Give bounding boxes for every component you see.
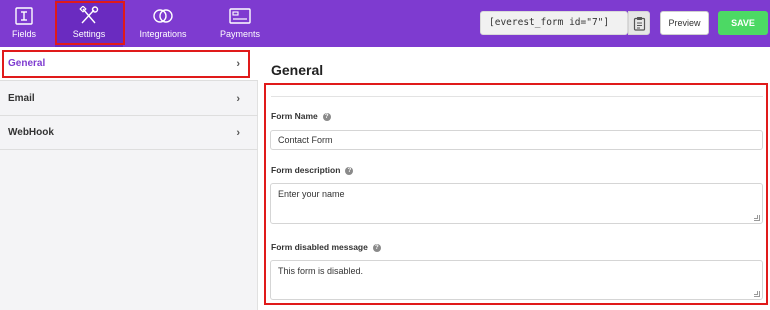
help-icon[interactable]: ? [322, 113, 331, 121]
sidebar-item-webhook[interactable]: WebHook › [0, 116, 258, 150]
resize-handle-icon[interactable] [754, 291, 760, 297]
integrations-icon [152, 6, 174, 26]
payments-icon [229, 6, 251, 26]
fields-icon [13, 6, 35, 26]
resize-handle-icon[interactable] [754, 215, 760, 221]
help-icon[interactable]: ? [345, 167, 354, 175]
tab-label: Payments [219, 29, 261, 39]
tab-label: Integrations [139, 29, 187, 39]
tab-fields[interactable]: Fields [0, 0, 48, 47]
tab-integrations[interactable]: Integrations [130, 0, 196, 47]
settings-highlight-box [55, 1, 125, 45]
copy-shortcode-button[interactable] [628, 11, 650, 35]
textarea-text: Enter your name [278, 189, 345, 199]
help-icon[interactable]: ? [372, 244, 381, 252]
form-description-textarea[interactable]: Enter your name [270, 183, 763, 224]
divider [271, 96, 763, 97]
chevron-right-icon: › [236, 127, 240, 139]
shortcode-field[interactable]: [everest_form id="7"] [480, 11, 628, 35]
sidebar-item-email[interactable]: Email › [0, 82, 258, 116]
form-description-label: Form description? [271, 165, 354, 175]
form-name-input[interactable]: Contact Form [270, 130, 763, 150]
field-label-text: Form disabled message [271, 242, 368, 252]
field-label-text: Form Name [271, 111, 318, 121]
sidebar-item-label: WebHook [8, 127, 54, 138]
tab-payments[interactable]: Payments [205, 0, 275, 47]
general-highlight-box [2, 50, 250, 78]
preview-button[interactable]: Preview [660, 11, 709, 35]
page-title: General [271, 62, 324, 78]
settings-sidebar: General › Email › WebHook › [0, 47, 258, 310]
tab-label: Fields [11, 29, 36, 39]
form-disabled-message-label: Form disabled message? [271, 242, 381, 252]
sidebar-item-label: Email [8, 93, 35, 104]
textarea-text: This form is disabled. [278, 266, 364, 276]
form-name-label: Form Name? [271, 111, 331, 121]
chevron-right-icon: › [236, 93, 240, 105]
form-disabled-message-textarea[interactable]: This form is disabled. [270, 260, 763, 300]
save-button[interactable]: SAVE [718, 11, 768, 35]
field-label-text: Form description [271, 165, 341, 175]
